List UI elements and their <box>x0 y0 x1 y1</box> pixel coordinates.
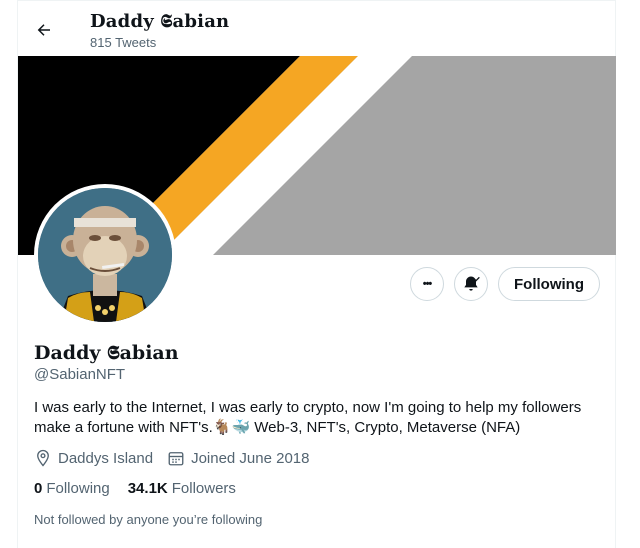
profile-display-name: Daddy 𝕾abian <box>34 342 179 364</box>
profile-bio: I was early to the Internet, I was early… <box>34 398 604 438</box>
calendar-icon <box>168 452 184 466</box>
back-button[interactable] <box>30 16 58 44</box>
joined-item: Joined June 2018 <box>167 449 310 467</box>
profile-handle: @SabianNFT <box>34 366 126 383</box>
mutual-followers-note: Not followed by anyone you’re following <box>34 512 263 527</box>
bio-line-2: make a fortune with NFT's.🐐🐳 Web-3, NFT'… <box>34 418 604 438</box>
joined-text: Joined June 2018 <box>191 449 310 467</box>
ape-avatar-image <box>38 188 172 322</box>
follow-stats: 0 Following 34.1K Followers <box>34 480 254 497</box>
header-display-name: Daddy 𝕾abian <box>90 11 230 32</box>
bio-line-2-suffix: Web-3, NFT's, Crypto, Metaverse (NFA) <box>250 419 521 436</box>
following-stat-link[interactable]: 0 Following <box>34 480 110 497</box>
bio-line-1: I was early to the Internet, I was early… <box>34 399 582 416</box>
more-dots-icon: ••• <box>422 278 433 290</box>
more-button[interactable]: ••• <box>410 267 444 301</box>
followers-label: Followers <box>171 480 236 497</box>
followers-stat-link[interactable]: 34.1K Followers <box>128 480 236 497</box>
followers-count: 34.1K <box>127 480 168 497</box>
notifications-button[interactable] <box>454 267 488 301</box>
location-item: Daddys Island <box>34 449 153 467</box>
arrow-left-icon <box>37 24 50 36</box>
avatar[interactable] <box>34 184 176 326</box>
location-pin-icon <box>37 449 49 467</box>
profile-meta: Daddys Island Joined June 2018 <box>34 449 324 467</box>
following-label: Following <box>46 480 110 497</box>
location-text: Daddys Island <box>58 449 154 467</box>
header-tweet-count: 815 Tweets <box>90 35 157 50</box>
following-button[interactable]: Following <box>498 267 600 301</box>
bio-emoji: 🐐🐳 <box>212 419 251 436</box>
bell-icon <box>464 276 480 291</box>
following-count: 0 <box>34 480 43 497</box>
bio-line-2-prefix: make a fortune with NFT's. <box>34 419 213 436</box>
